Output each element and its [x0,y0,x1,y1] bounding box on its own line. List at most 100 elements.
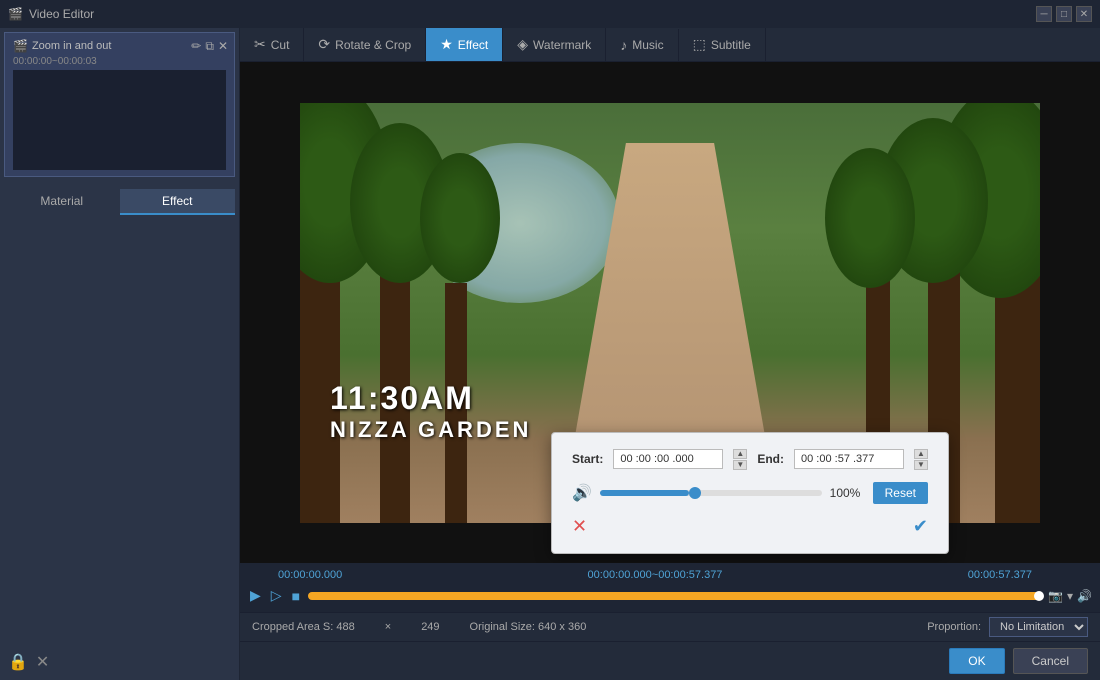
volume-fill [600,490,689,496]
cropped-area: Cropped Area S: 488 [252,621,355,633]
tab-material[interactable]: Material [4,189,120,215]
ok-button[interactable]: OK [949,648,1004,674]
action-buttons: OK Cancel [240,641,1100,680]
app-icon: 🎬 [8,7,23,21]
end-up-btn[interactable]: ▲ [914,449,928,459]
proportion-select[interactable]: No Limitation [989,617,1088,637]
main-layout: 🎬 Zoom in and out ✏ ⧉ ✕ 00:00:00~00:00:0… [0,28,1100,680]
subtitle-icon: ⬚ [693,36,706,53]
volume-slider[interactable] [600,490,822,496]
cancel-button[interactable]: Cancel [1013,648,1088,674]
ctrl-right: 📷 ▾ 🔊 [1048,589,1092,603]
clip-timestamp: 00:00:00~00:00:03 [13,56,226,67]
tab-effect-label: Effect [458,38,488,52]
clip-item-header: 🎬 Zoom in and out ✏ ⧉ ✕ [13,39,226,53]
foliage-3 [420,153,500,283]
popup[interactable]: Start: ▲ ▼ End: ▲ ▼ [551,432,949,554]
overlay-location: NIZZA GARDEN [330,417,531,443]
play-button[interactable]: ▶ [248,585,263,606]
camera-down-icon[interactable]: ▾ [1067,589,1073,603]
app-title: Video Editor [29,7,94,21]
play-small-button[interactable]: ▷ [269,585,284,606]
controls-row: ▶ ▷ ■ 📷 ▾ 🔊 [248,585,1092,606]
reset-button[interactable]: Reset [873,482,928,504]
start-up-btn[interactable]: ▲ [733,449,747,459]
volume-row: 🔊 100% Reset [572,482,928,504]
tab-subtitle-label: Subtitle [711,38,751,52]
rotate-icon: ⟳ [318,36,330,53]
tab-cut-label: Cut [271,38,290,52]
overlay-time: 11:30AM [330,380,531,417]
title-bar: 🎬 Video Editor ─ □ ✕ [0,0,1100,28]
end-down-btn[interactable]: ▼ [914,460,928,470]
clip-item: 🎬 Zoom in and out ✏ ⧉ ✕ 00:00:00~00:00:0… [4,32,235,177]
original-size: Original Size: 640 x 360 [470,621,587,633]
title-bar-left: 🎬 Video Editor [8,7,94,21]
left-panel-tabs: Material Effect [4,189,235,215]
lock-button[interactable]: 🔒 [8,652,28,672]
proportion-label: Proportion: [927,621,981,633]
time-labels: 00:00:00.000 00:00:00.000~00:00:57.377 0… [248,569,1092,581]
start-spinner[interactable]: ▲ ▼ [733,449,747,470]
maximize-button[interactable]: □ [1056,6,1072,22]
time-end: 00:00:57.377 [968,569,1032,581]
popup-ok-icon[interactable]: ✔ [913,516,928,537]
info-bar: Cropped Area S: 488 × 249 Original Size:… [240,612,1100,641]
clip-controls: ✏ ⧉ ✕ [191,39,228,54]
progress-fill [308,592,1042,600]
close-button[interactable]: ✕ [1076,6,1092,22]
delete-button[interactable]: ✕ [36,652,49,672]
cross-symbol: × [385,621,391,633]
tab-music-label: Music [632,38,663,52]
volume-percent: 100% [830,486,865,500]
minimize-button[interactable]: ─ [1036,6,1052,22]
title-bar-controls: ─ □ ✕ [1036,6,1092,22]
left-panel: 🎬 Zoom in and out ✏ ⧉ ✕ 00:00:00~00:00:0… [0,28,240,680]
camera-icon[interactable]: 📷 [1048,589,1063,603]
copy-icon[interactable]: ⧉ [205,39,214,54]
cut-icon: ✂ [254,36,266,53]
tab-effect[interactable]: ★ Effect [426,28,503,61]
overlay-text: 11:30AM NIZZA GARDEN [330,380,531,443]
effect-icon: ★ [440,36,453,53]
start-down-btn[interactable]: ▼ [733,460,747,470]
progress-thumb[interactable] [1034,591,1044,601]
tab-rotate-label: Rotate & Crop [335,38,411,52]
popup-footer: ✕ ✔ [572,516,928,537]
watermark-icon: ◈ [517,36,528,53]
foliage-r3 [825,148,915,288]
popup-cancel-icon[interactable]: ✕ [572,516,587,537]
tab-effect[interactable]: Effect [120,189,236,215]
speaker-icon[interactable]: 🔊 [1077,589,1092,603]
music-icon: ♪ [620,37,627,53]
volume-thumb[interactable] [689,487,701,499]
clip-thumbnail [13,70,226,170]
video-area: 11:30AM NIZZA GARDEN Start: ▲ ▼ [240,62,1100,563]
tab-watermark[interactable]: ◈ Watermark [503,28,606,61]
end-spinner[interactable]: ▲ ▼ [914,449,928,470]
pencil-icon[interactable]: ✏ [191,39,201,54]
end-input[interactable] [794,449,904,469]
progress-bar[interactable] [308,592,1042,600]
cropped-height: 249 [421,621,439,633]
tab-cut[interactable]: ✂ Cut [240,28,304,61]
end-label: End: [757,452,784,466]
start-label: Start: [572,452,603,466]
proportion-section: Proportion: No Limitation [927,617,1088,637]
volume-icon: 🔊 [572,483,592,503]
left-panel-bottom: 🔒 ✕ [0,644,239,680]
tab-bar: ✂ Cut ⟳ Rotate & Crop ★ Effect ◈ Waterma… [240,28,1100,62]
stop-button[interactable]: ■ [290,586,302,606]
time-range: 00:00:00.000~00:00:57.377 [588,569,723,581]
left-panel-spacer [0,219,239,644]
tab-music[interactable]: ♪ Music [606,29,678,61]
clip-icon: 🎬 [13,39,28,53]
time-start: 00:00:00.000 [278,569,342,581]
tab-rotate-crop[interactable]: ⟳ Rotate & Crop [304,28,426,61]
tab-watermark-label: Watermark [533,38,591,52]
close-clip-icon[interactable]: ✕ [218,39,228,54]
popup-time-row: Start: ▲ ▼ End: ▲ ▼ [572,449,928,470]
right-content: ✂ Cut ⟳ Rotate & Crop ★ Effect ◈ Waterma… [240,28,1100,680]
tab-subtitle[interactable]: ⬚ Subtitle [679,28,766,61]
start-input[interactable] [613,449,723,469]
